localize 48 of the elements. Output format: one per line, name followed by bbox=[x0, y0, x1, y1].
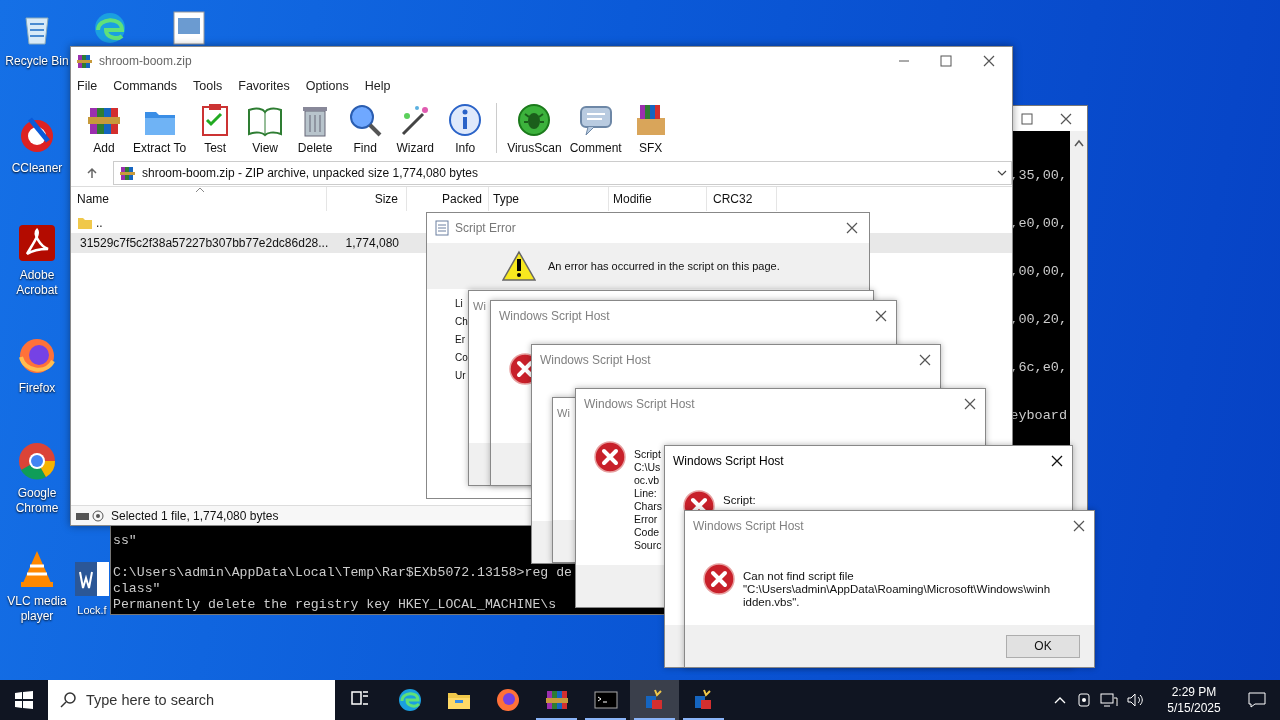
console-line: Permanently delete the registry key HKEY_LOCAL_MACHINE\s bbox=[113, 597, 557, 613]
message-text: oc.vb bbox=[634, 474, 660, 487]
clock-date: 5/15/2025 bbox=[1167, 700, 1221, 716]
message-text: Code bbox=[634, 526, 660, 539]
field-label: Co bbox=[455, 351, 468, 365]
status-text: Selected 1 file, 1,774,080 bytes bbox=[111, 507, 279, 525]
dialog-title: Wi bbox=[473, 298, 486, 314]
file-name: 31529c7f5c2f38a57227b307bb77e2dc86d28... bbox=[80, 235, 329, 252]
message-text: Can not find script file "C:\Users\admin\AppData\Roaming\Microsoft\Windows\winh idden.vbs". bbox=[743, 570, 1051, 609]
error-message: An error has occurred in the script on this page. bbox=[548, 258, 780, 274]
dialog-title: Windows Script Host bbox=[584, 396, 695, 413]
file-size: 1,774,080 bbox=[344, 235, 400, 252]
console-text: ,e0,00, bbox=[1010, 215, 1067, 233]
icon-label: CCleaner bbox=[11, 161, 63, 176]
message-text: Script: bbox=[723, 494, 756, 507]
console-line: ss" bbox=[113, 533, 137, 549]
icon-label: Recycle Bin bbox=[5, 54, 69, 69]
field-label: Li bbox=[455, 297, 463, 311]
message-text: Error bbox=[634, 513, 658, 526]
clock-time: 2:29 PM bbox=[1171, 684, 1217, 700]
console-text: ,00,20, bbox=[1010, 311, 1067, 329]
file-name: .. bbox=[96, 215, 103, 232]
window-title: shroom-boom.zip bbox=[99, 53, 193, 70]
message-text: Sourc bbox=[634, 539, 662, 552]
message-text: Script bbox=[634, 448, 661, 461]
dialog-title: Windows Script Host bbox=[540, 352, 651, 369]
dialog-title: Windows Script Host bbox=[693, 518, 804, 535]
message-text: Line: bbox=[634, 487, 657, 500]
console-text: ,6c,e0, bbox=[1010, 359, 1067, 377]
console-text: ,35,00, bbox=[1010, 167, 1067, 185]
icon-label: Lock.f bbox=[77, 603, 107, 618]
console-line: class" bbox=[113, 581, 161, 597]
console-text: eyboard bbox=[1010, 407, 1067, 425]
icon-label: Google Chrome bbox=[14, 486, 60, 516]
dialog-title: Windows Script Host bbox=[499, 308, 610, 325]
field-label: Er bbox=[455, 333, 465, 347]
dialog-title: Windows Script Host bbox=[673, 453, 784, 470]
field-label: Ch bbox=[455, 315, 468, 329]
icon-label: Firefox bbox=[18, 381, 56, 396]
message-text: Chars bbox=[634, 500, 662, 513]
message-text: C:\Us bbox=[634, 461, 661, 474]
dialog-title: Script Error bbox=[455, 220, 517, 237]
icon-label: VLC media player bbox=[6, 594, 68, 624]
console-line: C:\Users\admin\AppData\Local\Temp\Rar$EXb5072.13158>reg de bbox=[113, 565, 572, 581]
dialog-title: Wi bbox=[557, 405, 570, 421]
console-text: ,00,00, bbox=[1010, 263, 1067, 281]
field-label: Ur bbox=[455, 369, 466, 383]
icon-label: Adobe Acrobat bbox=[15, 268, 59, 298]
